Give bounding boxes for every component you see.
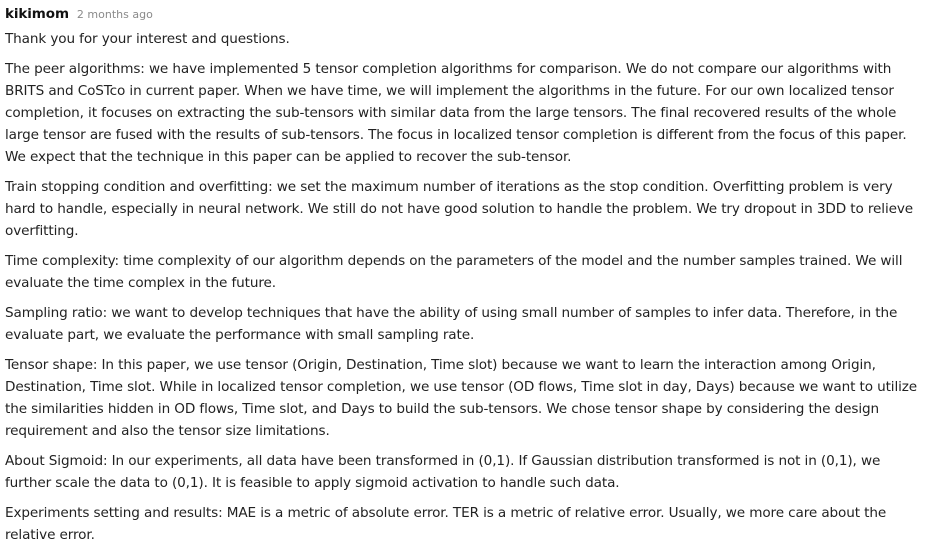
comment-header: kikimom 2 months ago: [5, 6, 927, 28]
paragraph-experiments: Experiments setting and results: MAE is …: [5, 505, 887, 543]
comment-body: Thank you for your interest and question…: [5, 28, 923, 546]
paragraph-peer-algorithms: The peer algorithms: we have implemented…: [5, 61, 907, 165]
paragraph-sigmoid: About Sigmoid: In our experiments, all d…: [5, 453, 881, 491]
paragraph-stopping-condition: Train stopping condition and overfitting…: [5, 179, 914, 239]
comment-timestamp[interactable]: 2 months ago: [77, 8, 153, 21]
paragraph-time-complexity: Time complexity: time complexity of our …: [5, 253, 903, 291]
paragraph-tensor-shape: Tensor shape: In this paper, we use tens…: [5, 357, 918, 439]
paragraph-sampling-ratio: Sampling ratio: we want to develop techn…: [5, 305, 898, 343]
paragraph-thanks: Thank you for your interest and question…: [5, 31, 290, 47]
comment: kikimom 2 months ago Thank you for your …: [0, 0, 927, 546]
author-name[interactable]: kikimom: [5, 6, 69, 22]
